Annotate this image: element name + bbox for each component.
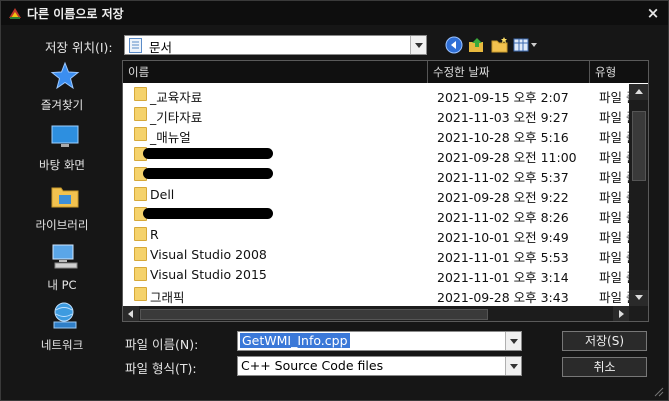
file-row[interactable]: Visual Studio 20152021-11-01 오후 3:14파일 폴… — [123, 264, 629, 285]
save-as-dialog: 다른 이름으로 저장 × 저장 위치(I): 문서 즐겨찾기 바탕 화면 라이브… — [0, 0, 669, 401]
folder-icon — [134, 287, 147, 301]
scroll-up-button[interactable] — [629, 84, 648, 100]
filetype-label: 파일 형식(T): — [125, 361, 197, 376]
column-header-type[interactable]: 유형 — [590, 61, 648, 83]
place-libraries[interactable]: 라이브러리 — [9, 179, 115, 237]
filetype-value: C++ Source Code files — [241, 358, 384, 373]
folder-icon — [134, 227, 147, 241]
scroll-corner — [629, 306, 648, 321]
vertical-scroll-thumb[interactable] — [632, 111, 646, 181]
file-row[interactable]: _매뉴얼2021-10-28 오후 5:16파일 폴더 — [123, 124, 629, 145]
location-select[interactable]: 문서 — [124, 35, 427, 55]
folder-icon — [134, 267, 147, 281]
network-icon — [53, 302, 77, 329]
place-label: 즐겨찾기 — [40, 98, 84, 112]
redaction-scribble — [143, 168, 273, 179]
folder-icon — [134, 127, 147, 141]
horizontal-scrollbar[interactable] — [123, 306, 629, 321]
place-label: 바탕 화면 — [39, 158, 85, 172]
file-name: Visual Studio 2008 — [150, 247, 267, 262]
desktop-icon — [51, 125, 79, 147]
column-header-date[interactable]: 수정한 날짜 — [428, 61, 590, 83]
view-menu-icon[interactable] — [513, 36, 539, 54]
folder-icon — [134, 87, 147, 101]
chevron-down-icon[interactable] — [410, 36, 426, 54]
location-value: 문서 — [149, 40, 173, 55]
file-row[interactable]: R2021-10-01 오전 9:49파일 폴더 — [123, 224, 629, 245]
file-row[interactable]: 2021-11-02 오후 5:37파일 폴더 — [123, 164, 629, 185]
place-desktop[interactable]: 바탕 화면 — [9, 119, 115, 177]
file-row[interactable]: 그래픽2021-09-28 오후 3:43파일 폴더 — [123, 284, 629, 305]
folder-icon — [134, 247, 147, 261]
place-label: 내 PC — [47, 278, 77, 292]
redaction-scribble — [143, 148, 273, 159]
place-network[interactable]: 네트워크 — [9, 299, 115, 357]
chevron-down-icon[interactable] — [505, 357, 521, 375]
folder-icon — [134, 187, 147, 201]
close-button[interactable]: × — [644, 4, 662, 22]
save-button[interactable]: 저장(S) — [562, 331, 647, 351]
star-icon — [50, 61, 80, 90]
place-label: 네트워크 — [40, 338, 84, 352]
filename-label: 파일 이름(N): — [125, 337, 199, 352]
file-name: Visual Studio 2015 — [150, 267, 267, 282]
scroll-right-button[interactable] — [613, 306, 629, 321]
chevron-down-icon[interactable] — [505, 332, 521, 350]
file-name: Dell — [150, 187, 175, 202]
app-icon — [9, 8, 21, 19]
library-icon — [51, 187, 79, 208]
place-this-pc[interactable]: 내 PC — [9, 239, 115, 297]
file-row[interactable]: 2021-09-28 오전 11:00파일 폴더 — [123, 144, 629, 165]
filename-input[interactable]: GetWMI_Info.cpp — [237, 331, 522, 351]
document-icon — [129, 38, 142, 53]
place-favorites[interactable]: 즐겨찾기 — [9, 59, 115, 117]
file-row[interactable]: Dell2021-09-28 오전 9:22파일 폴더 — [123, 184, 629, 205]
filetype-select[interactable]: C++ Source Code files — [237, 356, 522, 376]
redaction-scribble — [143, 208, 273, 219]
scroll-left-button[interactable] — [123, 306, 139, 321]
horizontal-scroll-thumb[interactable] — [140, 309, 488, 320]
new-folder-icon[interactable] — [491, 36, 509, 54]
folder-icon — [134, 107, 147, 121]
up-folder-icon[interactable] — [468, 36, 486, 54]
file-row[interactable]: Visual Studio 20082021-11-01 오후 5:53파일 폴… — [123, 244, 629, 265]
resize-grip-icon[interactable] — [652, 385, 664, 397]
location-label: 저장 위치(I): — [45, 40, 113, 55]
file-list[interactable]: 이름 수정한 날짜 유형 _교육자료2021-09-15 오후 2:07파일 폴… — [122, 60, 649, 322]
computer-icon — [52, 244, 78, 269]
scroll-down-button[interactable] — [629, 290, 648, 306]
file-row[interactable]: _기타자료2021-11-03 오전 9:27파일 폴더 — [123, 104, 629, 125]
column-header: 이름 수정한 날짜 유형 — [123, 61, 648, 83]
back-icon[interactable] — [445, 36, 463, 54]
vertical-scrollbar[interactable] — [629, 84, 648, 306]
file-row[interactable]: _교육자료2021-09-15 오후 2:07파일 폴더 — [123, 84, 629, 105]
filename-value[interactable]: GetWMI_Info.cpp — [240, 333, 350, 348]
column-header-name[interactable]: 이름 — [123, 61, 428, 83]
cancel-button[interactable]: 취소 — [562, 357, 647, 377]
file-name: R — [150, 227, 159, 242]
title-bar[interactable]: 다른 이름으로 저장 × — [1, 1, 668, 25]
window-title: 다른 이름으로 저장 — [27, 7, 124, 21]
place-label: 라이브러리 — [35, 218, 89, 232]
file-row[interactable]: 2021-11-02 오후 8:26파일 폴더 — [123, 204, 629, 225]
